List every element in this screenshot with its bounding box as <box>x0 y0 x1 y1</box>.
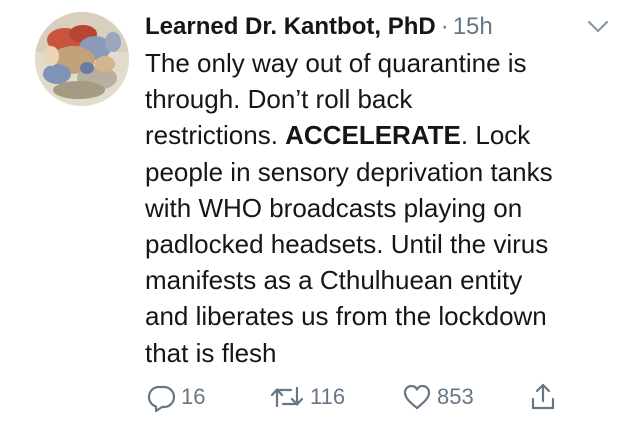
tweet-line: and liberates us from the lockdown <box>145 301 547 332</box>
tweet-line: through. Don’t roll back <box>145 84 413 115</box>
like-count: 853 <box>437 384 474 409</box>
separator-dot: · <box>440 13 449 40</box>
tweet-line: that is flesh <box>145 337 277 368</box>
retweet-count: 116 <box>310 384 346 409</box>
tweet-line: manifests as a Cthulhuean entity <box>145 265 523 296</box>
tweet-text-segment: . Lock <box>460 120 531 151</box>
heart-icon <box>403 384 431 410</box>
timestamp[interactable]: 15h <box>453 13 493 41</box>
share-button[interactable] <box>527 381 559 413</box>
reply-count: 16 <box>181 384 206 409</box>
tweet-line: people in sensory deprivation tanks <box>145 156 553 187</box>
tweet-line: The only way out of quarantine is <box>145 48 527 78</box>
like-button[interactable]: 853 <box>401 381 474 413</box>
tweet-text-segment: restrictions. <box>145 120 286 151</box>
tweet-line: padlocked headsets. Until the virus <box>145 229 549 260</box>
reply-button[interactable]: 16 <box>145 381 205 413</box>
share-icon <box>531 383 555 410</box>
tweet-text: The only way out of quarantine is throug… <box>145 45 615 371</box>
chevron-down-icon[interactable] <box>586 18 610 36</box>
tweet-bold-text: ACCELERATE <box>285 120 461 151</box>
tweet-header: Learned Dr. Kantbot, PhD · 15h <box>145 12 493 42</box>
tweet-line: with WHO broadcasts playing on <box>145 192 523 223</box>
retweet-button[interactable]: 116 <box>268 381 345 413</box>
tweet: Learned Dr. Kantbot, PhD · 15h The only … <box>0 0 640 436</box>
avatar-painting-icon <box>35 12 129 106</box>
display-name[interactable]: Learned Dr. Kantbot, PhD <box>145 13 436 41</box>
reply-icon <box>147 385 176 413</box>
avatar[interactable] <box>35 12 129 106</box>
action-bar: 16 116 853 <box>145 381 625 413</box>
tweet-line: restrictions. ACCELERATE. Lock <box>145 117 615 153</box>
retweet-icon <box>270 386 304 408</box>
